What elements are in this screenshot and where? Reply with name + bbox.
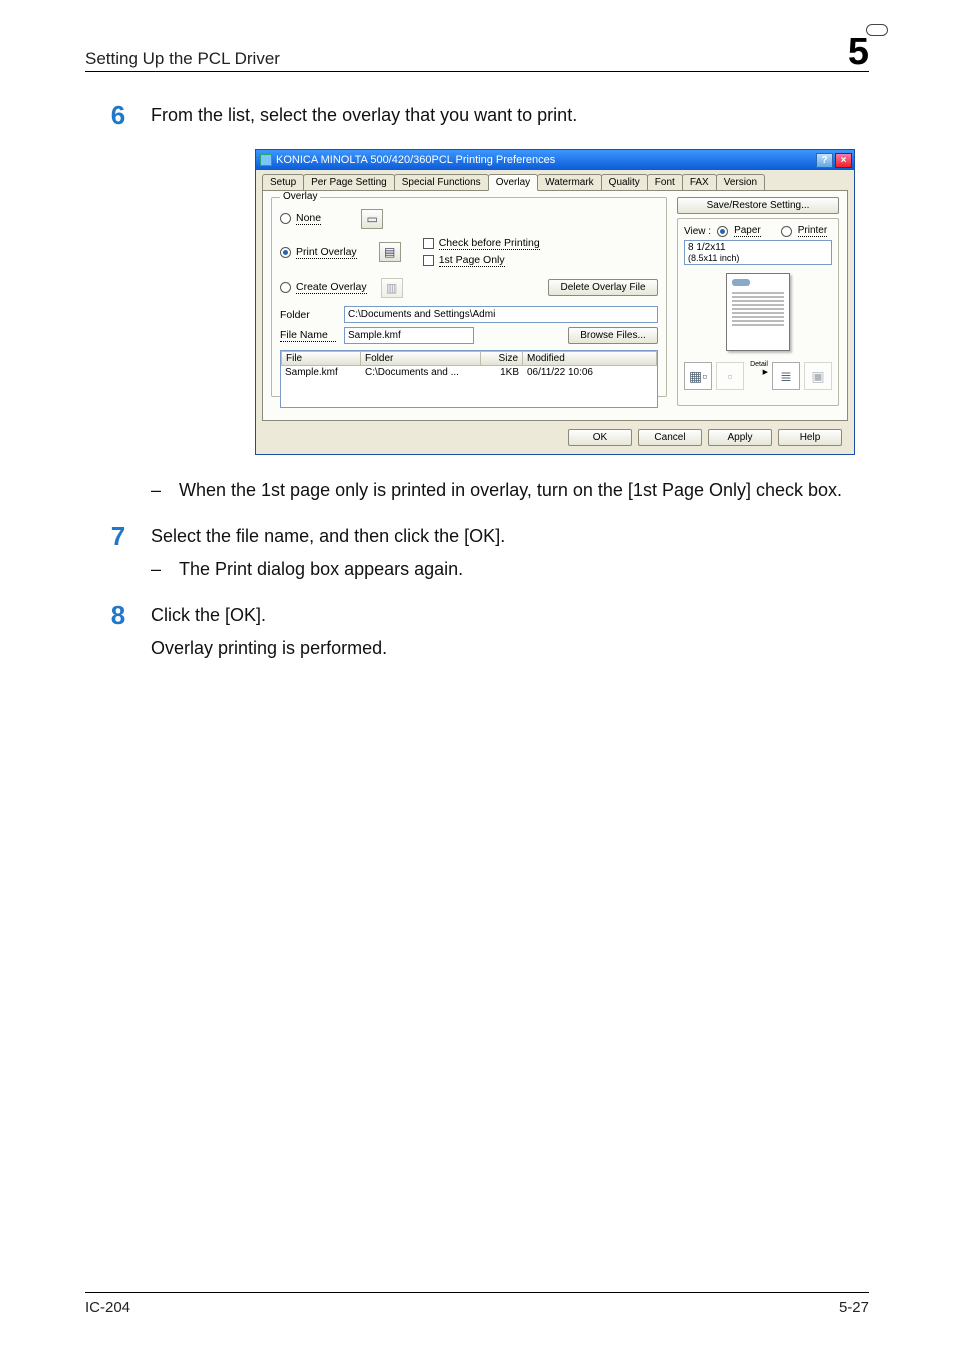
filename-input[interactable]: Sample.kmf: [344, 327, 474, 344]
paper-sheet-icon: [726, 273, 790, 351]
radio-view-paper-label: Paper: [734, 225, 761, 237]
filename-label: File Name: [280, 329, 336, 342]
radio-none-icon: [280, 213, 291, 224]
col-modified[interactable]: Modified: [523, 351, 657, 366]
ok-button[interactable]: OK: [568, 429, 632, 446]
radio-create-label: Create Overlay: [296, 281, 367, 294]
radio-none-label: None: [296, 212, 321, 225]
paper-size-inch: (8.5x11 inch): [688, 253, 828, 263]
cell-folder: C:\Documents and ...: [361, 366, 481, 379]
print-page-icon[interactable]: ▤: [379, 242, 401, 262]
step-7-number: 7: [85, 521, 151, 552]
cancel-button[interactable]: Cancel: [638, 429, 702, 446]
step-7: 7 Select the file name, and then click t…: [85, 521, 869, 552]
dash-2: –: [151, 556, 161, 582]
check-before-label: Check before Printing: [439, 237, 540, 250]
cell-modified: 06/11/22 10:06: [523, 366, 657, 379]
dialog-titlebar: KONICA MINOLTA 500/420/360PCL Printing P…: [256, 150, 854, 170]
delete-overlay-button[interactable]: Delete Overlay File: [548, 279, 658, 296]
col-file[interactable]: File: [281, 351, 361, 366]
radio-view-printer-icon[interactable]: [781, 226, 792, 237]
file-list[interactable]: File Folder Size Modified Sample.kmf C:\…: [280, 350, 658, 408]
create-page-icon: ▥: [381, 278, 403, 298]
tab-fax[interactable]: FAX: [682, 174, 717, 191]
col-folder[interactable]: Folder: [361, 351, 481, 366]
folder-input[interactable]: C:\Documents and Settings\Admi: [344, 306, 658, 323]
tab-overlay[interactable]: Overlay: [488, 174, 538, 191]
tab-watermark[interactable]: Watermark: [537, 174, 602, 191]
radio-view-paper-icon[interactable]: [717, 226, 728, 237]
app-icon: [260, 154, 272, 166]
tab-setup[interactable]: Setup: [262, 174, 304, 191]
radio-create-icon: [280, 282, 291, 293]
none-page-icon[interactable]: ▭: [361, 209, 383, 229]
tab-per-page[interactable]: Per Page Setting: [303, 174, 395, 191]
overlay-group-title: Overlay: [280, 191, 320, 202]
titlebar-close-button[interactable]: ×: [835, 153, 852, 168]
step-8-text: Click the [OK].: [151, 600, 869, 628]
tab-special[interactable]: Special Functions: [394, 174, 489, 191]
radio-create-overlay[interactable]: Create Overlay: [280, 281, 367, 294]
device-indicator: [866, 24, 888, 36]
cell-size: 1KB: [481, 366, 523, 379]
dash-1: –: [151, 477, 161, 503]
step-8-sub-text: Overlay printing is performed.: [151, 638, 387, 658]
dialog-screenshot: KONICA MINOLTA 500/420/360PCL Printing P…: [255, 149, 869, 455]
dialog-title: KONICA MINOLTA 500/420/360PCL Printing P…: [276, 154, 555, 166]
printing-preferences-dialog: KONICA MINOLTA 500/420/360PCL Printing P…: [255, 149, 855, 455]
save-restore-button[interactable]: Save/Restore Setting...: [677, 197, 839, 214]
finisher-icon-2: ▫: [716, 362, 744, 390]
step-6: 6 From the list, select the overlay that…: [85, 100, 869, 131]
first-page-only[interactable]: 1st Page Only: [423, 254, 540, 267]
dialog-button-row: OK Cancel Apply Help: [262, 421, 848, 446]
first-page-icon: [423, 255, 434, 266]
step-8-sub: Overlay printing is performed.: [151, 635, 869, 661]
radio-print-overlay[interactable]: Print Overlay: [280, 246, 357, 259]
paper-size-value: 8 1/2x11: [688, 242, 828, 253]
step-6-sub: – When the 1st page only is printed in o…: [151, 477, 869, 503]
apply-button[interactable]: Apply: [708, 429, 772, 446]
page-header: Setting Up the PCL Driver 5: [85, 35, 869, 72]
footer-left: IC-204: [85, 1299, 130, 1316]
radio-view-printer-label: Printer: [798, 225, 827, 237]
header-title: Setting Up the PCL Driver: [85, 49, 280, 69]
view-label: View :: [684, 226, 711, 237]
step-8-number: 8: [85, 600, 151, 631]
help-button[interactable]: Help: [778, 429, 842, 446]
file-list-header: File Folder Size Modified: [281, 351, 657, 366]
tab-font[interactable]: Font: [647, 174, 683, 191]
finisher-icon-1[interactable]: ▦▫: [684, 362, 712, 390]
step-7-text: Select the file name, and then click the…: [151, 521, 869, 549]
radio-print-icon: [280, 247, 291, 258]
overlay-panel: Overlay None ▭: [262, 190, 848, 421]
folder-label: Folder: [280, 309, 336, 321]
step-8: 8 Click the [OK].: [85, 600, 869, 631]
check-before-icon: [423, 238, 434, 249]
browse-files-button[interactable]: Browse Files...: [568, 327, 658, 344]
titlebar-help-button[interactable]: ?: [816, 153, 833, 168]
radio-none[interactable]: None: [280, 212, 321, 225]
footer-right: 5-27: [839, 1299, 869, 1316]
step-7-sub: – The Print dialog box appears again.: [151, 556, 869, 582]
first-page-label: 1st Page Only: [439, 254, 505, 267]
page-footer: IC-204 5-27: [85, 1292, 869, 1316]
step-6-text: From the list, select the overlay that y…: [151, 100, 869, 128]
paper-size-combo[interactable]: 8 1/2x11 (8.5x11 inch): [684, 240, 832, 265]
finisher-icon-4: ▣: [804, 362, 832, 390]
tab-version[interactable]: Version: [716, 174, 765, 191]
step-6-sub-text: When the 1st page only is printed in ove…: [179, 477, 869, 503]
tab-strip: Setup Per Page Setting Special Functions…: [262, 174, 848, 191]
radio-print-label: Print Overlay: [296, 246, 357, 259]
finisher-icon-3[interactable]: ≣: [772, 362, 800, 390]
file-list-row[interactable]: Sample.kmf C:\Documents and ... 1KB 06/1…: [281, 366, 657, 379]
col-size[interactable]: Size: [481, 351, 523, 366]
cell-file: Sample.kmf: [281, 366, 361, 379]
paper-preview: [684, 269, 832, 355]
step-6-number: 6: [85, 100, 151, 131]
chapter-number: 5: [848, 35, 869, 69]
detail-label: Detail ▶: [748, 361, 768, 390]
tab-quality[interactable]: Quality: [601, 174, 648, 191]
check-before-printing[interactable]: Check before Printing: [423, 237, 540, 250]
step-7-sub-text: The Print dialog box appears again.: [179, 556, 869, 582]
